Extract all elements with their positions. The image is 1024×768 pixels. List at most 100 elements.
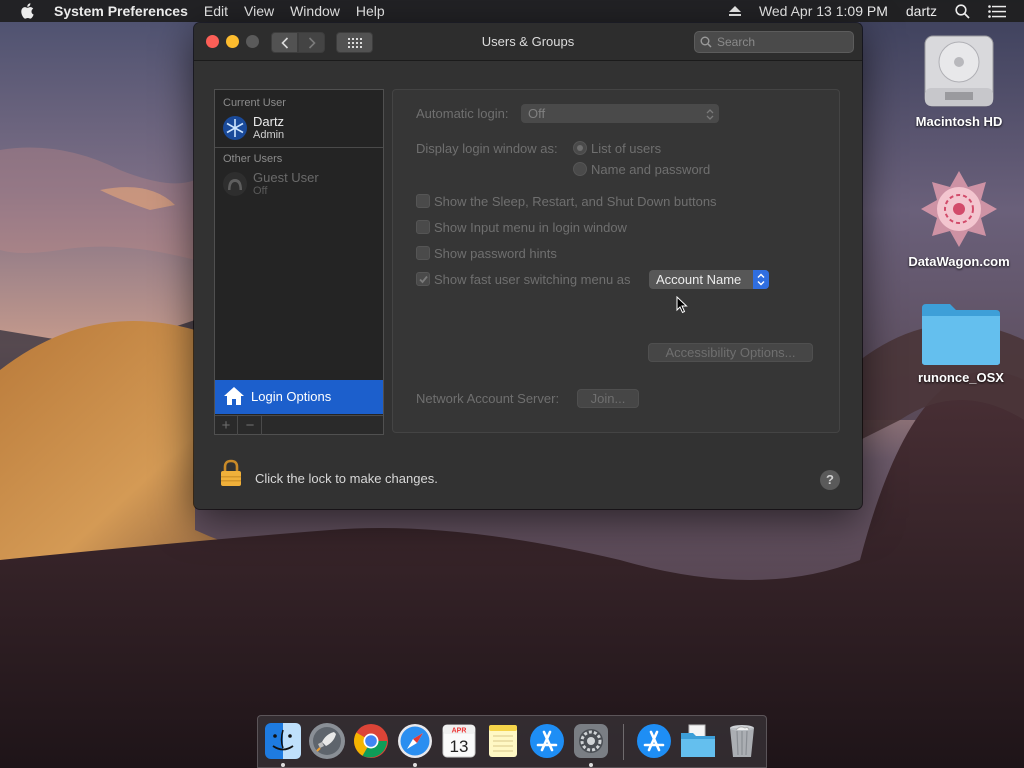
- dock: APR 13: [257, 715, 767, 768]
- eject-icon[interactable]: [728, 5, 741, 17]
- safari-compass-icon: [398, 724, 432, 758]
- search-field[interactable]: [694, 31, 854, 53]
- dock-app-store-download[interactable]: [635, 722, 673, 760]
- dock-launchpad[interactable]: [308, 722, 346, 760]
- login-options-panel: Automatic login: Off Display login windo…: [392, 89, 840, 433]
- desktop-icon-runonce-folder[interactable]: runonce_OSX: [906, 300, 1016, 385]
- user-name: Guest User: [253, 170, 319, 185]
- running-indicator: [589, 763, 593, 767]
- radio-name-and-password[interactable]: [573, 162, 587, 176]
- dock-chrome[interactable]: [352, 722, 390, 760]
- apple-menu-icon[interactable]: [20, 2, 38, 20]
- dock-downloads-stack[interactable]: [679, 722, 717, 760]
- users-groups-window: Users & Groups Current User Dartz Admin: [194, 23, 862, 509]
- app-store-icon: [637, 724, 671, 758]
- checkbox-show-sleep-restart[interactable]: [416, 194, 430, 208]
- calendar-month: APR: [452, 728, 467, 735]
- desktop-icon-label: DataWagon.com: [908, 254, 1010, 269]
- radio-label: Name and password: [591, 162, 711, 177]
- running-indicator: [281, 763, 285, 767]
- app-store-icon: [530, 724, 564, 758]
- dock-separator: [623, 724, 624, 760]
- automatic-login-popup[interactable]: Off: [521, 104, 719, 123]
- current-user-heading: Current User: [223, 97, 286, 109]
- padlock-icon[interactable]: [220, 459, 242, 490]
- desktop-icon-macintosh-hd[interactable]: Macintosh HD: [904, 30, 1014, 129]
- switching-menu-value: Account Name: [656, 272, 742, 287]
- network-account-server-label: Network Account Server:: [416, 391, 560, 406]
- folder-icon: [906, 300, 1016, 366]
- user-row-guest[interactable]: Guest User Off: [215, 166, 383, 202]
- menu-app-name[interactable]: System Preferences: [54, 3, 188, 19]
- accessibility-options-button[interactable]: Accessibility Options...: [648, 343, 813, 362]
- user-role: Admin: [253, 129, 285, 141]
- notes-icon: [489, 725, 517, 757]
- users-sidebar: Current User Dartz Admin Other Users Gue…: [214, 89, 384, 435]
- join-button[interactable]: Join...: [577, 389, 639, 408]
- checkbox-show-input-menu[interactable]: [416, 220, 430, 234]
- radio-list-of-users[interactable]: [573, 141, 587, 155]
- chrome-icon: [354, 724, 388, 758]
- checkbox-label: Show the Sleep, Restart, and Shut Down b…: [434, 194, 717, 209]
- menu-help[interactable]: Help: [356, 3, 385, 19]
- sidebar-item-label: Login Options: [251, 389, 332, 404]
- folder-icon: [681, 724, 715, 757]
- checkbox-label: Show password hints: [434, 246, 557, 261]
- calendar-icon: APR 13: [442, 724, 476, 758]
- dock-trash[interactable]: [723, 722, 761, 760]
- sidebar-divider: [215, 147, 383, 148]
- dock-app-store[interactable]: [528, 722, 566, 760]
- sidebar-item-login-options[interactable]: Login Options: [215, 380, 383, 414]
- dock-system-preferences[interactable]: [572, 722, 610, 760]
- user-row-current[interactable]: Dartz Admin: [215, 110, 383, 146]
- running-indicator: [413, 763, 417, 767]
- checkbox-label: Show fast user switching menu as: [434, 272, 631, 287]
- checkbox-fast-user-switching[interactable]: [416, 272, 430, 286]
- remove-user-button[interactable]: −: [239, 416, 262, 435]
- menu-bar: System Preferences Edit View Window Help…: [0, 0, 1024, 22]
- search-input[interactable]: [717, 34, 847, 50]
- menu-view[interactable]: View: [244, 3, 274, 19]
- hard-drive-icon: [904, 30, 1014, 110]
- menu-clock[interactable]: Wed Apr 13 1:09 PM: [759, 3, 888, 19]
- datawagon-logo-icon: [904, 168, 1014, 250]
- sidebar-footer: + −: [215, 415, 383, 435]
- dock-notes[interactable]: [484, 722, 522, 760]
- finder-icon: [265, 723, 301, 759]
- launchpad-rocket-icon: [309, 723, 345, 759]
- window-titlebar[interactable]: Users & Groups: [194, 23, 862, 61]
- checkmark-icon: [419, 275, 428, 284]
- user-status: Off: [253, 185, 268, 197]
- desktop-icon-datawagon[interactable]: DataWagon.com: [904, 168, 1014, 269]
- help-button[interactable]: ?: [820, 470, 840, 490]
- spotlight-search-icon[interactable]: [955, 3, 970, 19]
- snowflake-avatar-icon: [223, 116, 247, 140]
- desktop-icon-label: Macintosh HD: [915, 114, 1003, 129]
- user-name: Dartz: [253, 114, 285, 129]
- dock-finder[interactable]: [264, 722, 302, 760]
- menu-user-name[interactable]: dartz: [906, 3, 937, 19]
- gear-icon: [574, 724, 608, 758]
- dock-calendar[interactable]: APR 13: [440, 722, 478, 760]
- search-icon: [700, 36, 712, 51]
- automatic-login-value: Off: [528, 106, 546, 121]
- desktop-icon-label: runonce_OSX: [918, 370, 1004, 385]
- calendar-day: 13: [450, 737, 469, 756]
- other-users-heading: Other Users: [223, 153, 283, 165]
- notification-center-icon[interactable]: [988, 4, 1006, 18]
- fast-user-switching-popup[interactable]: Account Name: [649, 270, 769, 289]
- menu-window[interactable]: Window: [290, 3, 340, 19]
- lock-message: Click the lock to make changes.: [255, 471, 438, 486]
- house-icon: [223, 385, 245, 410]
- display-login-label: Display login window as:: [416, 141, 558, 156]
- checkbox-show-password-hints[interactable]: [416, 246, 430, 260]
- updown-chevron-icon: [753, 270, 769, 289]
- add-user-button[interactable]: +: [215, 416, 238, 435]
- menu-edit[interactable]: Edit: [204, 3, 228, 19]
- trash-icon: [730, 725, 754, 757]
- automatic-login-label: Automatic login:: [416, 106, 509, 121]
- updown-chevron-icon: [705, 107, 715, 120]
- mouse-pointer-icon: [676, 295, 688, 317]
- dock-safari[interactable]: [396, 722, 434, 760]
- radio-label: List of users: [591, 141, 662, 156]
